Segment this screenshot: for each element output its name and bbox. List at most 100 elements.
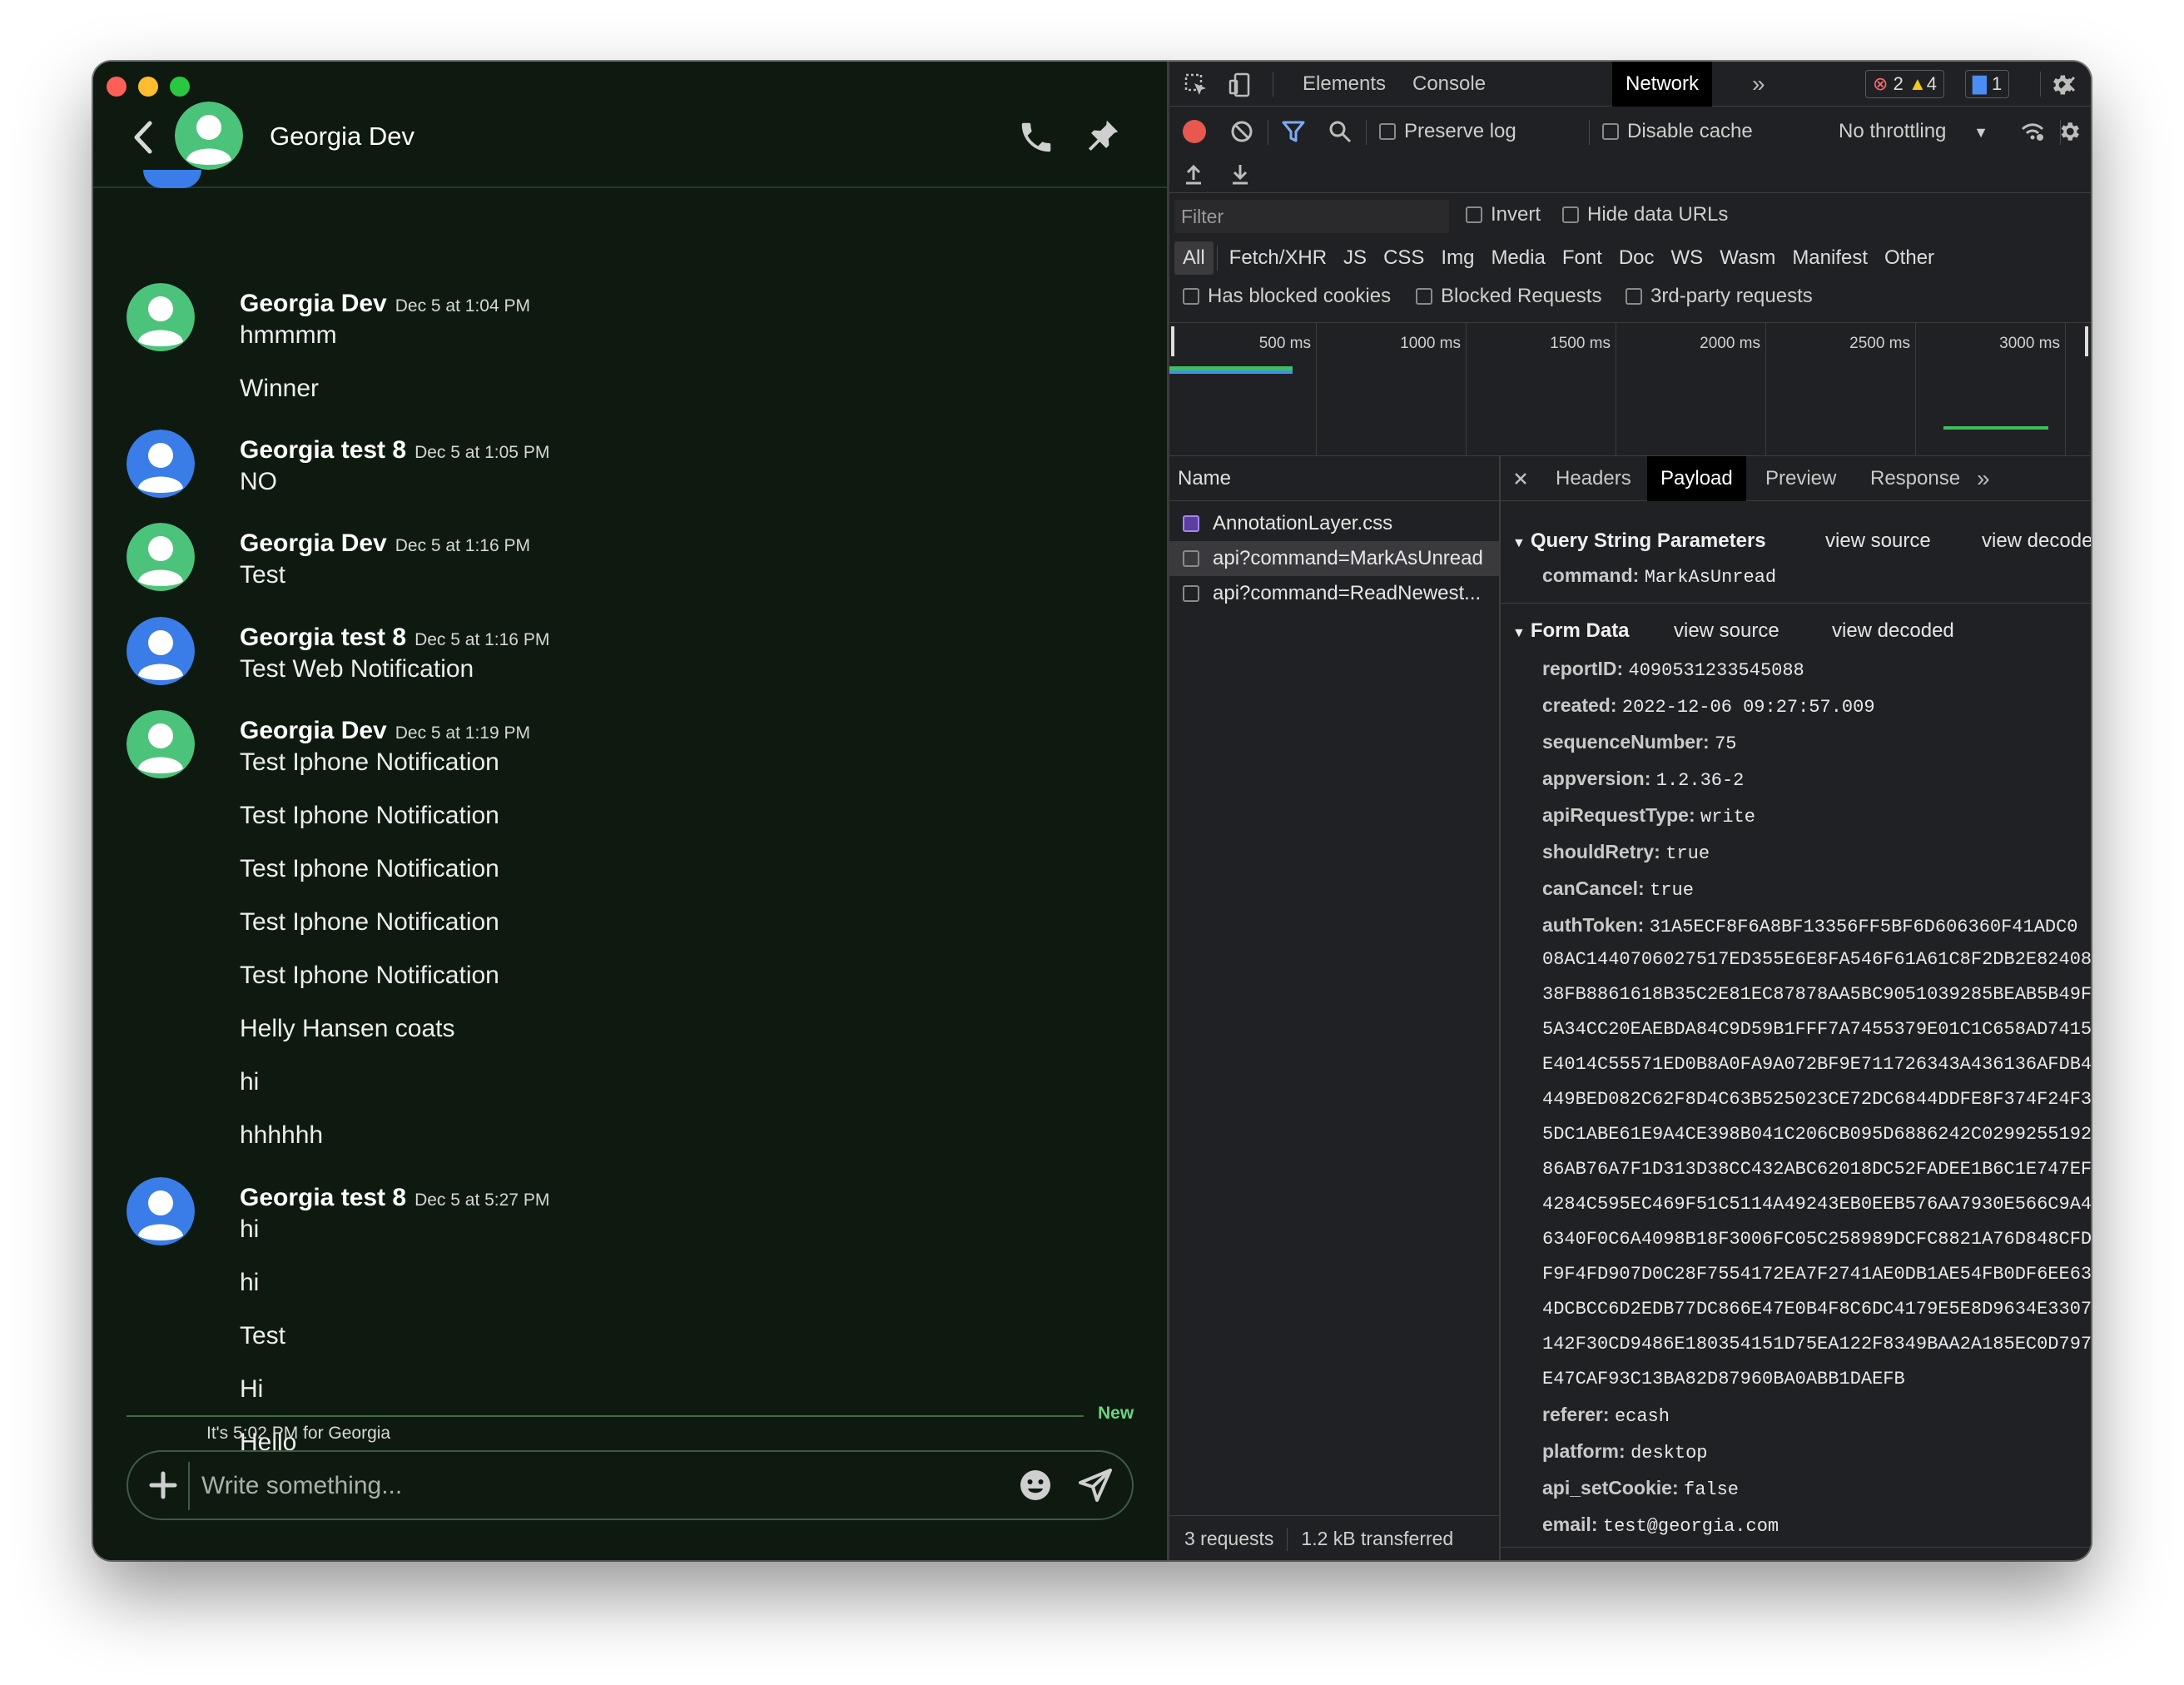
record-icon[interactable] [1183,120,1206,143]
avatar[interactable] [127,523,195,591]
query-view-decoded-link[interactable]: view decoded [1982,529,2091,553]
issues-counter[interactable]: ⊗ 2 ▲4 [1865,70,1944,98]
type-filter-media[interactable]: Media [1482,241,1553,275]
tab-headers[interactable]: Headers [1542,456,1645,501]
message-text[interactable]: Test Iphone Notification [240,908,499,937]
tab-response[interactable]: Response [1857,456,1973,501]
search-icon[interactable] [1328,119,1353,144]
tab-preview[interactable]: Preview [1752,456,1849,501]
close-devtools-icon[interactable] [2057,73,2078,95]
type-filter-js[interactable]: JS [1335,241,1375,275]
avatar[interactable] [127,710,195,778]
plus-icon[interactable] [146,1469,180,1502]
filter-input[interactable] [1174,200,1449,233]
message-text[interactable]: hi [240,1269,259,1297]
message-text[interactable]: Test Iphone Notification [240,748,499,777]
messages-counter[interactable]: ▇ 1 [1965,70,2010,98]
author-name[interactable]: Georgia test 8 [240,436,406,464]
avatar[interactable] [127,617,195,685]
type-filter-fetch-xhr[interactable]: Fetch/XHR [1221,241,1335,275]
message-text[interactable]: Hi [240,1375,263,1404]
close-detail-icon[interactable] [1512,470,1529,487]
avatar[interactable] [127,430,195,498]
request-row-selected[interactable]: api?command=MarkAsUnread [1169,541,1499,576]
filter-funnel-icon[interactable] [1281,119,1306,144]
import-har-icon[interactable] [1181,162,1206,186]
invert-checkbox[interactable]: Invert [1466,203,1541,226]
message-text[interactable]: Winner [240,375,319,403]
tab-console[interactable]: Console [1399,62,1499,107]
contact-name[interactable]: Georgia Dev [270,122,414,152]
author-name[interactable]: Georgia Dev [240,529,387,557]
hide-data-urls-checkbox[interactable]: Hide data URLs [1562,203,1728,226]
message-text[interactable]: Helly Hansen coats [240,1015,454,1043]
tab-payload[interactable]: Payload [1647,456,1746,501]
message-text[interactable]: Test Iphone Notification [240,802,499,830]
message-text[interactable]: hi [240,1215,259,1244]
network-conditions-wifi-icon[interactable] [2020,119,2045,144]
message-text[interactable]: Test Iphone Notification [240,855,499,883]
message-text[interactable]: Test [240,1322,285,1350]
more-tabs-chevron-icon[interactable]: » [1739,62,1779,107]
query-params-section-toggle[interactable]: ▼ Query String Parameters [1512,529,1766,553]
has-blocked-cookies-checkbox[interactable]: Has blocked cookies [1183,285,1391,308]
type-filter-doc[interactable]: Doc [1611,241,1663,275]
message-text[interactable]: NO [240,468,277,496]
request-row[interactable]: AnnotationLayer.css [1169,506,1499,541]
message-text[interactable]: hi [240,1068,259,1096]
type-filter-img[interactable]: Img [1432,241,1482,275]
author-name[interactable]: Georgia Dev [240,717,387,744]
message-text[interactable]: hmmmm [240,321,337,350]
message-text[interactable]: Test Web Notification [240,655,474,683]
form-view-decoded-link[interactable]: view decoded [1832,619,1954,643]
query-view-source-link[interactable]: view source [1825,529,1931,553]
close-window-button[interactable] [107,77,127,97]
preserve-log-checkbox[interactable]: Preserve log [1379,120,1516,143]
app-window: Georgia Dev Georgia Dev Dec 5 at 1:04 PM … [93,62,2091,1560]
message-text[interactable]: Test [240,561,285,589]
clear-icon[interactable] [1229,119,1254,144]
third-party-requests-checkbox[interactable]: 3rd-party requests [1626,285,1813,308]
message-text[interactable]: Test Iphone Notification [240,962,499,990]
name-column-header[interactable]: Name [1169,456,1499,501]
author-name[interactable]: Georgia test 8 [240,1184,406,1211]
network-overview-timeline[interactable]: 500 ms 1000 ms 1500 ms 2000 ms 2500 ms 3… [1169,323,2091,456]
export-har-icon[interactable] [1228,162,1253,186]
minimize-window-button[interactable] [138,77,158,97]
message-text[interactable]: hhhhhh [240,1121,323,1150]
request-row[interactable]: api?command=ReadNewest... [1169,576,1499,611]
type-filter-other[interactable]: Other [1876,241,1943,275]
form-view-source-link[interactable]: view source [1674,619,1779,643]
back-arrow-icon[interactable] [127,117,160,158]
inspect-element-icon[interactable] [1183,72,1209,98]
device-toolbar-icon[interactable] [1228,72,1254,98]
phone-icon[interactable] [1017,118,1055,157]
zoom-window-button[interactable] [170,77,190,97]
throttling-select[interactable]: No throttling ▼ [1839,120,1988,143]
avatar[interactable] [127,283,195,351]
pin-icon[interactable] [1084,117,1122,155]
more-detail-tabs-chevron-icon[interactable]: » [1963,456,2003,501]
type-filter-font[interactable]: Font [1554,241,1611,275]
network-settings-gear-icon[interactable] [2057,119,2082,144]
type-filter-ws[interactable]: WS [1663,241,1712,275]
tab-elements[interactable]: Elements [1289,62,1399,107]
send-icon[interactable] [1077,1467,1114,1504]
timeline-right-handle[interactable] [2085,326,2088,356]
form-data-section-toggle[interactable]: ▼ Form Data [1512,619,1630,643]
author-name[interactable]: Georgia Dev [240,290,387,317]
disable-cache-checkbox[interactable]: Disable cache [1602,120,1753,143]
timeline-left-handle[interactable] [1171,326,1174,356]
author-name[interactable]: Georgia test 8 [240,624,406,651]
type-filter-all[interactable]: All [1174,241,1214,275]
tab-network[interactable]: Network [1612,62,1713,107]
emoji-icon[interactable] [1019,1469,1052,1502]
message-input[interactable] [201,1465,951,1507]
request-detail-panel: Headers Payload Preview Response » ▼ Quer… [1501,456,2091,1560]
type-filter-manifest[interactable]: Manifest [1784,241,1876,275]
type-filter-wasm[interactable]: Wasm [1711,241,1784,275]
blocked-requests-checkbox[interactable]: Blocked Requests [1416,285,1601,308]
avatar[interactable] [127,1177,195,1245]
type-filter-css[interactable]: CSS [1375,241,1432,275]
contact-avatar[interactable] [175,102,243,170]
